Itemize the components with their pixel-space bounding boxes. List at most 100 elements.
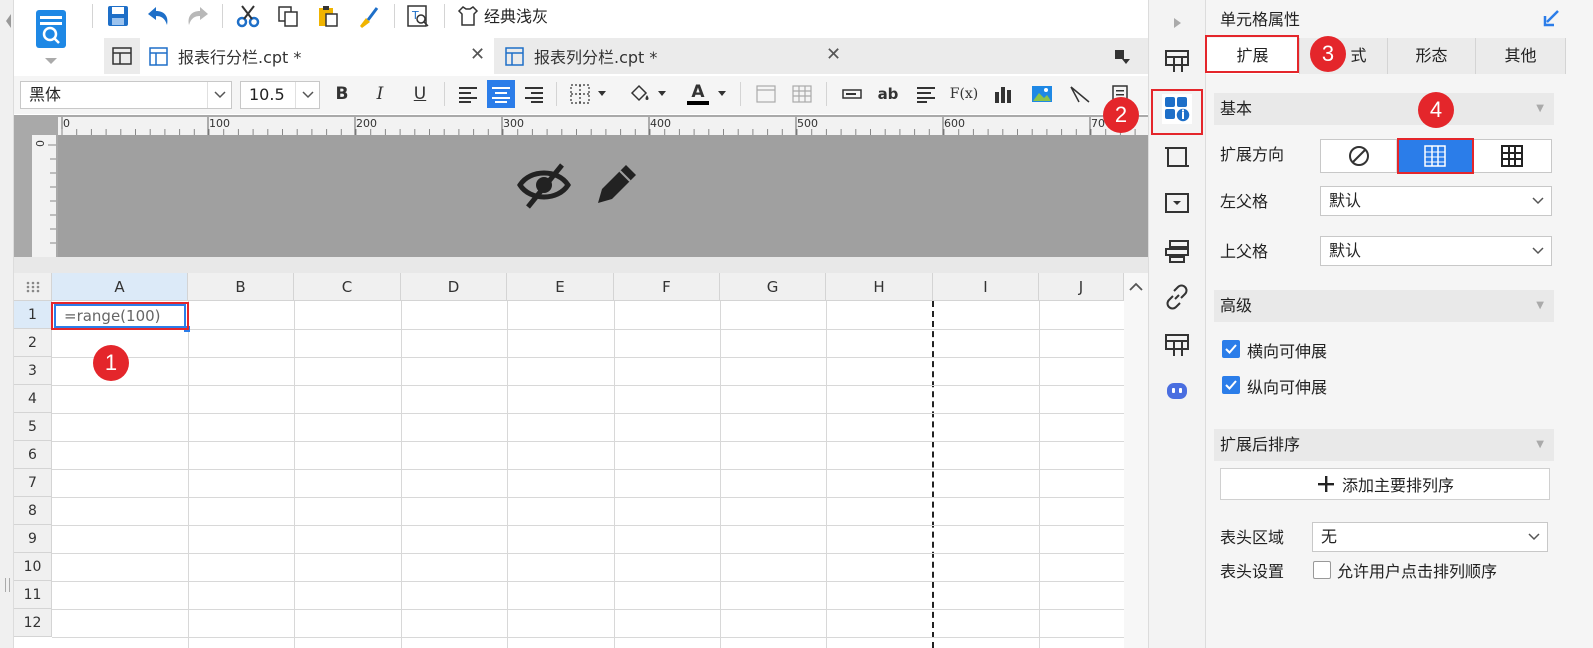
border-button[interactable] — [566, 80, 594, 108]
direction-vertical-button[interactable] — [1398, 140, 1472, 172]
column-header[interactable]: D — [401, 273, 507, 301]
align-right-button[interactable] — [520, 80, 548, 108]
column-header[interactable]: A — [52, 273, 188, 301]
report-attribute-button[interactable] — [1162, 330, 1192, 360]
section-basic[interactable]: 基本 ▼ — [1214, 93, 1554, 125]
row-header[interactable]: 12 — [14, 609, 52, 637]
tab-expand[interactable]: 扩展 — [1206, 38, 1300, 74]
vertical-scrollbar[interactable] — [1124, 273, 1148, 648]
direction-horizontal-button[interactable] — [1474, 140, 1550, 172]
horizontal-expand-checkbox[interactable] — [1222, 340, 1240, 358]
vertical-expand-checkbox[interactable] — [1222, 376, 1240, 394]
theme-button[interactable] — [454, 2, 482, 30]
column-header[interactable]: F — [614, 273, 720, 301]
tab-shape[interactable]: 形态 — [1388, 38, 1476, 74]
font-family-select[interactable]: 黑体 — [20, 81, 232, 109]
column-header[interactable]: E — [507, 273, 614, 301]
theme-label[interactable]: 经典浅灰 — [484, 4, 548, 30]
template-properties-button[interactable] — [1162, 46, 1192, 76]
undo-button[interactable] — [144, 2, 172, 30]
insert-text-field-button[interactable] — [838, 80, 866, 108]
column-header[interactable]: J — [1039, 273, 1124, 301]
add-sort-button[interactable]: 添加主要排列序 — [1220, 468, 1550, 500]
split-cells-button[interactable] — [788, 80, 816, 108]
column-header[interactable]: H — [826, 273, 933, 301]
column-header[interactable]: C — [294, 273, 401, 301]
save-button[interactable] — [104, 2, 132, 30]
tab-report-column[interactable]: 报表列分栏.cpt * — [504, 38, 844, 74]
cut-button[interactable] — [234, 2, 262, 30]
section-title: 扩展后排序 — [1220, 435, 1301, 454]
row-header[interactable]: 7 — [14, 469, 52, 497]
insert-chart-button[interactable] — [990, 80, 1018, 108]
chevron-down-icon: ▼ — [1536, 300, 1544, 311]
insert-text-button[interactable]: ab — [874, 80, 902, 108]
direction-label: 扩展方向 — [1220, 145, 1285, 164]
eye-hidden-icon[interactable] — [516, 161, 572, 211]
designer-logo[interactable] — [26, 4, 78, 68]
row-header[interactable]: 2 — [14, 329, 52, 357]
row-header[interactable]: 5 — [14, 413, 52, 441]
paste-button[interactable] — [314, 2, 342, 30]
condition-attribute-button[interactable] — [1162, 236, 1192, 266]
header-area-select[interactable]: 无 — [1312, 522, 1548, 552]
row-header[interactable]: 9 — [14, 525, 52, 553]
bold-button[interactable]: B — [328, 80, 356, 108]
text-color-button[interactable]: A — [684, 80, 712, 108]
cell-element-button[interactable] — [1162, 142, 1192, 172]
format-painter-button[interactable] — [354, 2, 382, 30]
pencil-edit-icon[interactable] — [592, 159, 642, 209]
direction-none-button[interactable] — [1321, 140, 1397, 172]
align-left-button[interactable] — [454, 80, 482, 108]
fill-handle[interactable] — [184, 326, 190, 332]
section-advanced[interactable]: 高级 ▼ — [1214, 290, 1554, 322]
tab-other[interactable]: 其他 — [1476, 38, 1566, 74]
select-all-corner[interactable] — [14, 273, 52, 301]
section-sort[interactable]: 扩展后排序 ▼ — [1214, 429, 1554, 461]
fill-color-dropdown-button[interactable] — [654, 80, 670, 108]
row-header[interactable]: 4 — [14, 385, 52, 413]
insert-image-button[interactable] — [1028, 80, 1056, 108]
underline-button[interactable]: U — [406, 80, 434, 108]
fill-color-button[interactable] — [626, 80, 654, 108]
column-header[interactable]: B — [188, 273, 294, 301]
preview-button[interactable]: T — [404, 2, 432, 30]
font-size-select[interactable]: 10.5 — [240, 81, 320, 109]
tab-close-button[interactable]: ✕ — [470, 44, 485, 65]
left-parent-select[interactable]: 默认 — [1320, 186, 1552, 216]
collapse-panel-icon[interactable] — [1542, 8, 1562, 28]
insert-slash-button[interactable] — [1066, 80, 1094, 108]
column-header[interactable]: I — [933, 273, 1039, 301]
column-header[interactable]: G — [720, 273, 826, 301]
align-center-button[interactable] — [487, 80, 515, 108]
row-header[interactable]: 8 — [14, 497, 52, 525]
insert-formula-button[interactable]: F(x) — [950, 80, 979, 108]
widget-settings-button[interactable] — [1162, 188, 1192, 218]
redo-button[interactable] — [184, 2, 212, 30]
expand-panel-button[interactable] — [1162, 8, 1192, 38]
vertical-expand-label: 纵向可伸展 — [1247, 378, 1328, 397]
tab-report-row[interactable]: 报表行分栏.cpt * — [148, 38, 494, 74]
insert-rich-text-button[interactable] — [912, 80, 940, 108]
text-color-dropdown-button[interactable] — [714, 80, 730, 108]
border-dropdown-button[interactable] — [594, 80, 610, 108]
row-header[interactable]: 11 — [14, 581, 52, 609]
add-sort-label: 添加主要排列序 — [1341, 476, 1454, 495]
merge-cells-button[interactable] — [752, 80, 780, 108]
italic-button[interactable]: I — [366, 80, 394, 108]
copy-button[interactable] — [274, 2, 302, 30]
row-header[interactable]: 1 — [14, 301, 52, 329]
cell-properties-button[interactable] — [1162, 94, 1192, 124]
row-header[interactable]: 3 — [14, 357, 52, 385]
tab-menu-button[interactable] — [108, 42, 136, 70]
tab-list-button[interactable] — [1108, 42, 1136, 70]
left-collapse-strip[interactable] — [0, 0, 14, 648]
cell-a1[interactable]: =range(100) — [54, 304, 186, 328]
hyperlink-button[interactable] — [1162, 282, 1192, 312]
top-parent-select[interactable]: 默认 — [1320, 236, 1552, 266]
row-header[interactable]: 10 — [14, 553, 52, 581]
row-header[interactable]: 6 — [14, 441, 52, 469]
ai-assistant-button[interactable] — [1162, 376, 1192, 406]
tab-close-button[interactable]: ✕ — [826, 44, 841, 65]
allow-sort-checkbox[interactable] — [1313, 561, 1331, 579]
